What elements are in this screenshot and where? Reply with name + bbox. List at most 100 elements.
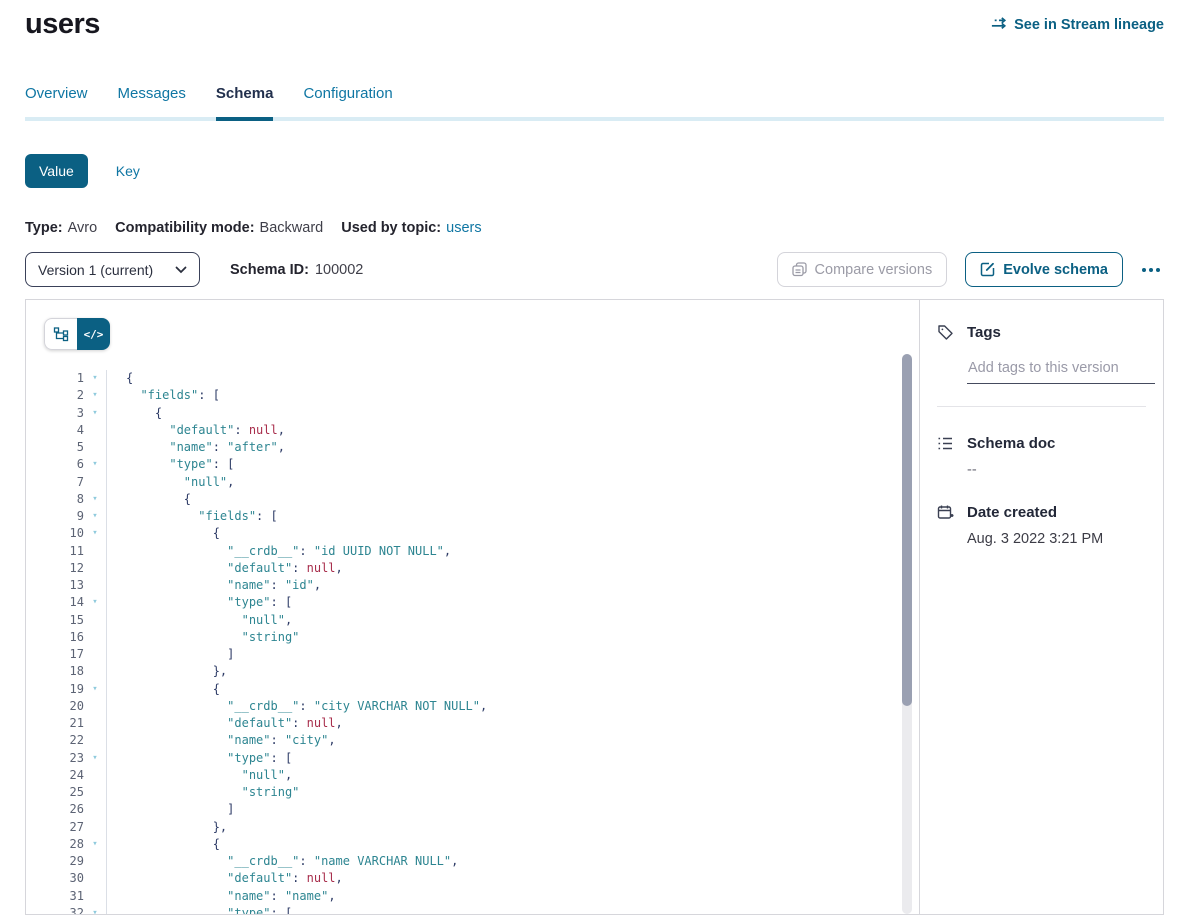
code-line: 6▾ "type": [ bbox=[44, 456, 919, 473]
schema-editor: </> 1▾{2▾ "fields": [3▾ {4 "default": nu… bbox=[26, 300, 919, 914]
fold-arrow-icon[interactable]: ▾ bbox=[84, 905, 106, 914]
code-text: { bbox=[106, 681, 220, 698]
code-line: 23▾ "type": [ bbox=[44, 750, 919, 767]
tree-view-icon bbox=[53, 326, 69, 342]
schema-id: Schema ID: 100002 bbox=[230, 262, 363, 278]
line-number: 27 bbox=[44, 819, 84, 836]
version-select[interactable]: Version 1 (current) bbox=[25, 252, 200, 287]
code-text: "string" bbox=[106, 784, 299, 801]
key-tab-button[interactable]: Key bbox=[116, 163, 140, 179]
key-value-toggle: Value Key bbox=[25, 154, 1164, 188]
code-text: }, bbox=[106, 663, 227, 680]
fold-gutter bbox=[84, 474, 106, 491]
code-view-button[interactable]: </> bbox=[77, 318, 110, 350]
date-created-section: Date created Aug. 3 2022 3:21 PM bbox=[920, 504, 1163, 547]
meta-value-link[interactable]: users bbox=[446, 220, 481, 236]
code-text: { bbox=[106, 836, 220, 853]
line-number: 20 bbox=[44, 698, 84, 715]
editor-scrollbar[interactable] bbox=[902, 354, 912, 914]
tab-schema[interactable]: Schema bbox=[216, 85, 274, 117]
code-text: "type": [ bbox=[106, 594, 292, 611]
fold-gutter bbox=[84, 870, 106, 887]
fold-arrow-icon[interactable]: ▾ bbox=[84, 387, 106, 404]
line-number: 17 bbox=[44, 646, 84, 663]
line-number: 9 bbox=[44, 508, 84, 525]
page-title: users bbox=[25, 8, 100, 41]
fold-arrow-icon[interactable]: ▾ bbox=[84, 370, 106, 387]
code-text: "__crdb__": "city VARCHAR NOT NULL", bbox=[106, 698, 487, 715]
scrollbar-thumb[interactable] bbox=[902, 354, 912, 706]
fold-gutter bbox=[84, 715, 106, 732]
code-text: "name": "name", bbox=[106, 888, 336, 905]
code-line: 27 }, bbox=[44, 819, 919, 836]
version-select-value: Version 1 (current) bbox=[38, 262, 153, 278]
versions-copy-icon bbox=[792, 262, 807, 277]
line-number: 30 bbox=[44, 870, 84, 887]
code-text: "name": "id", bbox=[106, 577, 321, 594]
fold-arrow-icon[interactable]: ▾ bbox=[84, 456, 106, 473]
code-line: 5 "name": "after", bbox=[44, 439, 919, 456]
meta-item: Type:Avro bbox=[25, 220, 97, 236]
fold-arrow-icon[interactable]: ▾ bbox=[84, 491, 106, 508]
stream-lineage-link[interactable]: See in Stream lineage bbox=[990, 16, 1164, 33]
sidebar-divider bbox=[937, 406, 1146, 407]
line-number: 15 bbox=[44, 612, 84, 629]
editor-view-toggle: </> bbox=[44, 318, 110, 350]
code-text: "null", bbox=[106, 474, 234, 491]
fold-arrow-icon[interactable]: ▾ bbox=[84, 681, 106, 698]
fold-arrow-icon[interactable]: ▾ bbox=[84, 836, 106, 853]
fold-gutter bbox=[84, 801, 106, 818]
line-number: 22 bbox=[44, 732, 84, 749]
code-text: "string" bbox=[106, 629, 299, 646]
line-number: 4 bbox=[44, 422, 84, 439]
tab-overview[interactable]: Overview bbox=[25, 85, 88, 117]
date-created-value: Aug. 3 2022 3:21 PM bbox=[967, 531, 1146, 547]
line-number: 14 bbox=[44, 594, 84, 611]
code-line: 21 "default": null, bbox=[44, 715, 919, 732]
value-tab-button[interactable]: Value bbox=[25, 154, 88, 188]
fold-arrow-icon[interactable]: ▾ bbox=[84, 594, 106, 611]
tree-view-button[interactable] bbox=[44, 318, 77, 350]
code-line: 11 "__crdb__": "id UUID NOT NULL", bbox=[44, 543, 919, 560]
line-number: 18 bbox=[44, 663, 84, 680]
code-text: { bbox=[106, 370, 133, 387]
line-number: 16 bbox=[44, 629, 84, 646]
fold-arrow-icon[interactable]: ▾ bbox=[84, 750, 106, 767]
fold-arrow-icon[interactable]: ▾ bbox=[84, 525, 106, 542]
compare-versions-button[interactable]: Compare versions bbox=[777, 252, 948, 287]
tags-input[interactable] bbox=[967, 360, 1155, 384]
fold-gutter bbox=[84, 698, 106, 715]
line-number: 31 bbox=[44, 888, 84, 905]
more-options-button[interactable] bbox=[1138, 264, 1164, 276]
code-text: { bbox=[106, 491, 191, 508]
code-text: "type": [ bbox=[106, 750, 292, 767]
code-text: }, bbox=[106, 819, 227, 836]
line-number: 6 bbox=[44, 456, 84, 473]
code-line: 31 "name": "name", bbox=[44, 888, 919, 905]
line-number: 23 bbox=[44, 750, 84, 767]
stream-lineage-icon bbox=[990, 16, 1007, 33]
tab-messages[interactable]: Messages bbox=[118, 85, 186, 117]
fold-gutter bbox=[84, 819, 106, 836]
code-line: 16 "string" bbox=[44, 629, 919, 646]
tags-title: Tags bbox=[967, 324, 1001, 341]
code-text: "null", bbox=[106, 612, 292, 629]
meta-item: Compatibility mode:Backward bbox=[115, 220, 323, 236]
line-number: 26 bbox=[44, 801, 84, 818]
code-line: 26 ] bbox=[44, 801, 919, 818]
meta-value: Backward bbox=[260, 220, 324, 236]
tab-configuration[interactable]: Configuration bbox=[303, 85, 392, 117]
fold-arrow-icon[interactable]: ▾ bbox=[84, 508, 106, 525]
evolve-schema-button[interactable]: Evolve schema bbox=[965, 252, 1123, 287]
tabs: Overview Messages Schema Configuration bbox=[25, 85, 1164, 121]
fold-gutter bbox=[84, 577, 106, 594]
schema-page: users See in Stream lineage Overview Mess… bbox=[0, 0, 1189, 915]
chevron-down-icon bbox=[175, 266, 187, 274]
meta-row: Type:AvroCompatibility mode:BackwardUsed… bbox=[25, 220, 1164, 236]
code-line: 28▾ { bbox=[44, 836, 919, 853]
code-line: 10▾ { bbox=[44, 525, 919, 542]
fold-arrow-icon[interactable]: ▾ bbox=[84, 405, 106, 422]
code-text: "type": [ bbox=[106, 905, 292, 914]
edit-icon bbox=[980, 262, 995, 277]
code-line: 13 "name": "id", bbox=[44, 577, 919, 594]
